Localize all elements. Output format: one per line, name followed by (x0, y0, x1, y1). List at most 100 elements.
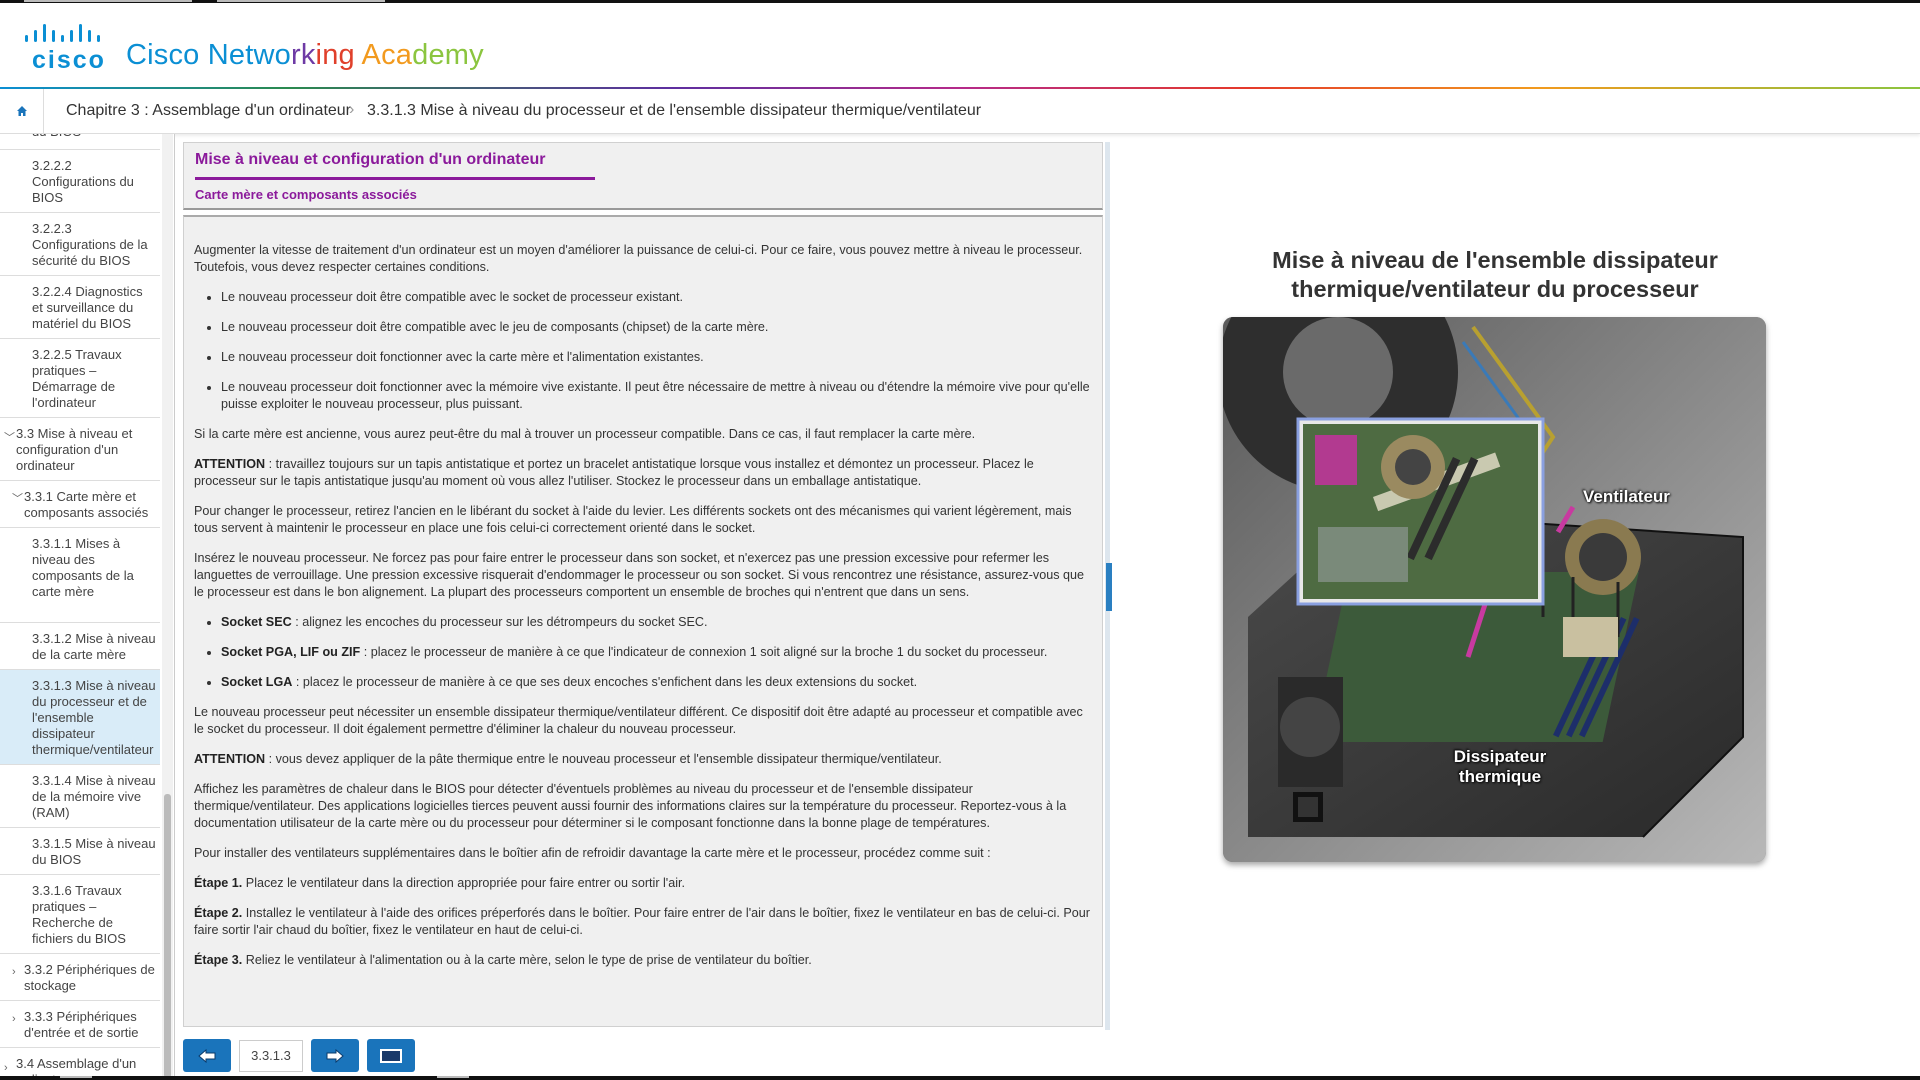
sidebar-item[interactable]: 3.3.1.1 Mises à niveau des composants de… (0, 528, 160, 623)
header: cisco Cisco Networking Academy (0, 3, 1920, 88)
step-text: Placez le ventilateur dans la direction … (242, 876, 686, 890)
paragraph-attention-paste: ATTENTION : vous devez appliquer de la p… (194, 751, 1092, 768)
paragraph-change-cpu: Pour changer le processeur, retirez l'an… (194, 504, 1072, 535)
sidebar-item[interactable]: 3.3.1.4 Mise à niveau de la mémoire vive… (0, 765, 160, 828)
socket-label: Socket SEC (221, 615, 292, 629)
breadcrumb-chapter[interactable]: Chapitre 3 : Assemblage d'un ordinateur (66, 102, 351, 120)
sidebar-item-label: 3.3.1.6 Travaux pratiques – Recherche de… (32, 883, 126, 946)
sidebar-item-label: 3.3.1.1 Mises à niveau des composants de… (32, 536, 134, 599)
sidebar-item[interactable]: 3.3.1.3 Mise à niveau du processeur et d… (0, 670, 160, 765)
sidebar-item[interactable]: 3.2.2.3 Configurations de la sécurité du… (0, 213, 160, 276)
sidebar-item[interactable]: 3.2.2.5 Travaux pratiques – Démarrage de… (0, 339, 160, 418)
list-item: Le nouveau processeur doit être compatib… (221, 319, 1092, 336)
sidebar-item[interactable]: ﹀ 3.3 Mise à niveau et configuration d'un… (0, 418, 160, 481)
paragraph-heatsink: Le nouveau processeur peut nécessiter un… (194, 705, 1083, 736)
sidebar-item[interactable]: › 3.3.2 Périphériques de stockage (0, 954, 160, 1001)
toc-button[interactable] (367, 1039, 415, 1072)
sidebar-item[interactable]: 3.2.2.4 Diagnostics et surveillance du m… (0, 276, 160, 339)
sidebar-item-label: 3.3.1.2 Mise à niveau de la carte mère (32, 631, 156, 662)
media-illustration: Ventilateur Dissipateur thermique (1223, 317, 1766, 862)
paragraph-intro: Augmenter la vitesse de traitement d'un … (194, 243, 1083, 274)
sidebar-item-label: 3.3 Mise à niveau et configuration d'un … (16, 426, 133, 473)
sidebar-item-label: 3.3.1.5 Mise à niveau du BIOS (32, 836, 156, 867)
list-item: Le nouveau processeur doit fonctionner a… (221, 349, 1092, 366)
panel-splitter-handle[interactable] (1106, 563, 1112, 611)
sidebar-item[interactable]: 3.2.2.2 Configurations du BIOS (0, 150, 160, 213)
attention-text: : vous devez appliquer de la pâte thermi… (265, 752, 942, 766)
breadcrumb: Chapitre 3 : Assemblage d'un ordinateur … (0, 89, 1920, 134)
bottom-tab-2 (437, 1076, 469, 1078)
sidebar-scrollbar-thumb[interactable] (164, 794, 171, 1078)
academy-title: Cisco Networking Academy (126, 39, 484, 72)
paragraph-fans: Pour installer des ventilateurs suppléme… (194, 846, 991, 860)
socket-text: : alignez les encoches du processeur sur… (291, 615, 708, 629)
sidebar-scrollbar[interactable] (162, 134, 173, 1080)
sidebar-item-label: du BIOS (32, 134, 157, 140)
sidebar-item[interactable]: › 3.3.3 Périphériques d'entrée et de sort… (0, 1001, 160, 1048)
step-3: Étape 3. Reliez le ventilateur à l'alime… (194, 952, 1092, 969)
sidebar-item[interactable]: 3.3.1.5 Mise à niveau du BIOS (0, 828, 160, 875)
page-subtitle: Carte mère et composants associés (195, 187, 417, 202)
brand-segment: Aca (361, 39, 413, 71)
sidebar-item[interactable]: 3.3.1.2 Mise à niveau de la carte mère (0, 623, 160, 670)
list-item: Le nouveau processeur doit être compatib… (221, 289, 1092, 306)
sidebar-item-label: 3.3.1.4 Mise à niveau de la mémoire vive… (32, 773, 156, 820)
cisco-logo[interactable]: cisco (24, 23, 106, 74)
conditions-list: Le nouveau processeur doit être compatib… (221, 289, 1092, 413)
step-text: Reliez le ventilateur à l'alimentation o… (242, 953, 812, 967)
step-label: Étape 1. (194, 876, 243, 890)
step-1: Étape 1. Placez le ventilateur dans la d… (194, 875, 1092, 892)
home-button[interactable] (0, 89, 44, 133)
content-header: Mise à niveau et configuration d'un ordi… (183, 142, 1103, 210)
page-title: Mise à niveau et configuration d'un ordi… (195, 151, 546, 168)
sidebar-item[interactable]: ﹀ 3.3.1 Carte mère et composants associés (0, 481, 160, 528)
socket-text: : placez le processeur de manière à ce q… (360, 645, 1048, 659)
bottom-tab-1 (60, 1076, 92, 1078)
page-number-field[interactable]: 3.3.1.3 (239, 1040, 303, 1072)
socket-text: : placez le processeur de manière à ce q… (292, 675, 918, 689)
breadcrumb-separator: › (349, 101, 355, 118)
title-underline (195, 177, 595, 180)
step-text: Installez le ventilateur à l'aide des or… (194, 906, 1090, 937)
sidebar-item-label: 3.2.2.5 Travaux pratiques – Démarrage de… (32, 347, 122, 410)
attention-label: ATTENTION (194, 457, 266, 471)
brand-segment: g (338, 39, 362, 71)
chevron-right-icon[interactable]: › (12, 1011, 16, 1027)
sidebar-item[interactable]: 3.3.1.6 Travaux pratiques – Recherche de… (0, 875, 160, 954)
list-item: Le nouveau processeur doit fonctionner a… (221, 379, 1092, 413)
attention-label: ATTENTION (194, 752, 266, 766)
chevron-right-icon[interactable]: › (4, 1060, 8, 1076)
socket-label: Socket LGA (221, 675, 293, 689)
paragraph-bios: Affichez les paramètres de chaleur dans … (194, 782, 1067, 830)
brand-segment: demy (412, 39, 484, 71)
list-item: Socket PGA, LIF ou ZIF : placez le proce… (221, 644, 1092, 661)
chevron-down-icon[interactable]: ﹀ (4, 430, 15, 446)
top-tab-2 (217, 0, 385, 2)
cisco-wordmark: cisco (32, 46, 106, 74)
top-tab-1 (24, 0, 192, 2)
next-page-button[interactable] (311, 1039, 359, 1072)
sidebar-item[interactable]: du BIOS (0, 134, 160, 150)
previous-page-button[interactable] (183, 1039, 231, 1072)
sidebar-item-label: 3.3.1.3 Mise à niveau du processeur et d… (32, 678, 156, 757)
attention-text: : travaillez toujours sur un tapis antis… (194, 457, 1034, 488)
socket-label: Socket PGA, LIF ou ZIF (221, 645, 361, 659)
sidebar-item-label: 3.3.1 Carte mère et composants associés (24, 489, 149, 520)
sidebar-item-label: 3.3.2 Périphériques de stockage (24, 962, 155, 993)
brand-segment: in (315, 39, 339, 71)
paragraph-insert-cpu: Insérez le nouveau processeur. Ne forcez… (194, 551, 1085, 599)
arrow-right-icon (326, 1048, 344, 1063)
chevron-down-icon[interactable]: ﹀ (12, 491, 23, 507)
arrow-left-icon (198, 1048, 216, 1063)
sidebar-item-label: 3.2.2.4 Diagnostics et surveillance du m… (32, 284, 143, 331)
list-item: Socket SEC : alignez les encoches du pro… (221, 614, 1092, 631)
paragraph-old-board: Si la carte mère est ancienne, vous aure… (194, 427, 976, 441)
chevron-right-icon[interactable]: › (12, 964, 16, 980)
paragraph-attention-static: ATTENTION : travaillez toujours sur un t… (194, 456, 1092, 490)
step-label: Étape 2. (194, 906, 243, 920)
home-icon (16, 106, 27, 116)
sidebar-item-label: 3.2.2.3 Configurations de la sécurité du… (32, 221, 148, 268)
brand-segment: rk (290, 39, 316, 71)
label-heatsink: Dissipateur thermique (1453, 747, 1547, 786)
bottom-strip (0, 1076, 1920, 1080)
